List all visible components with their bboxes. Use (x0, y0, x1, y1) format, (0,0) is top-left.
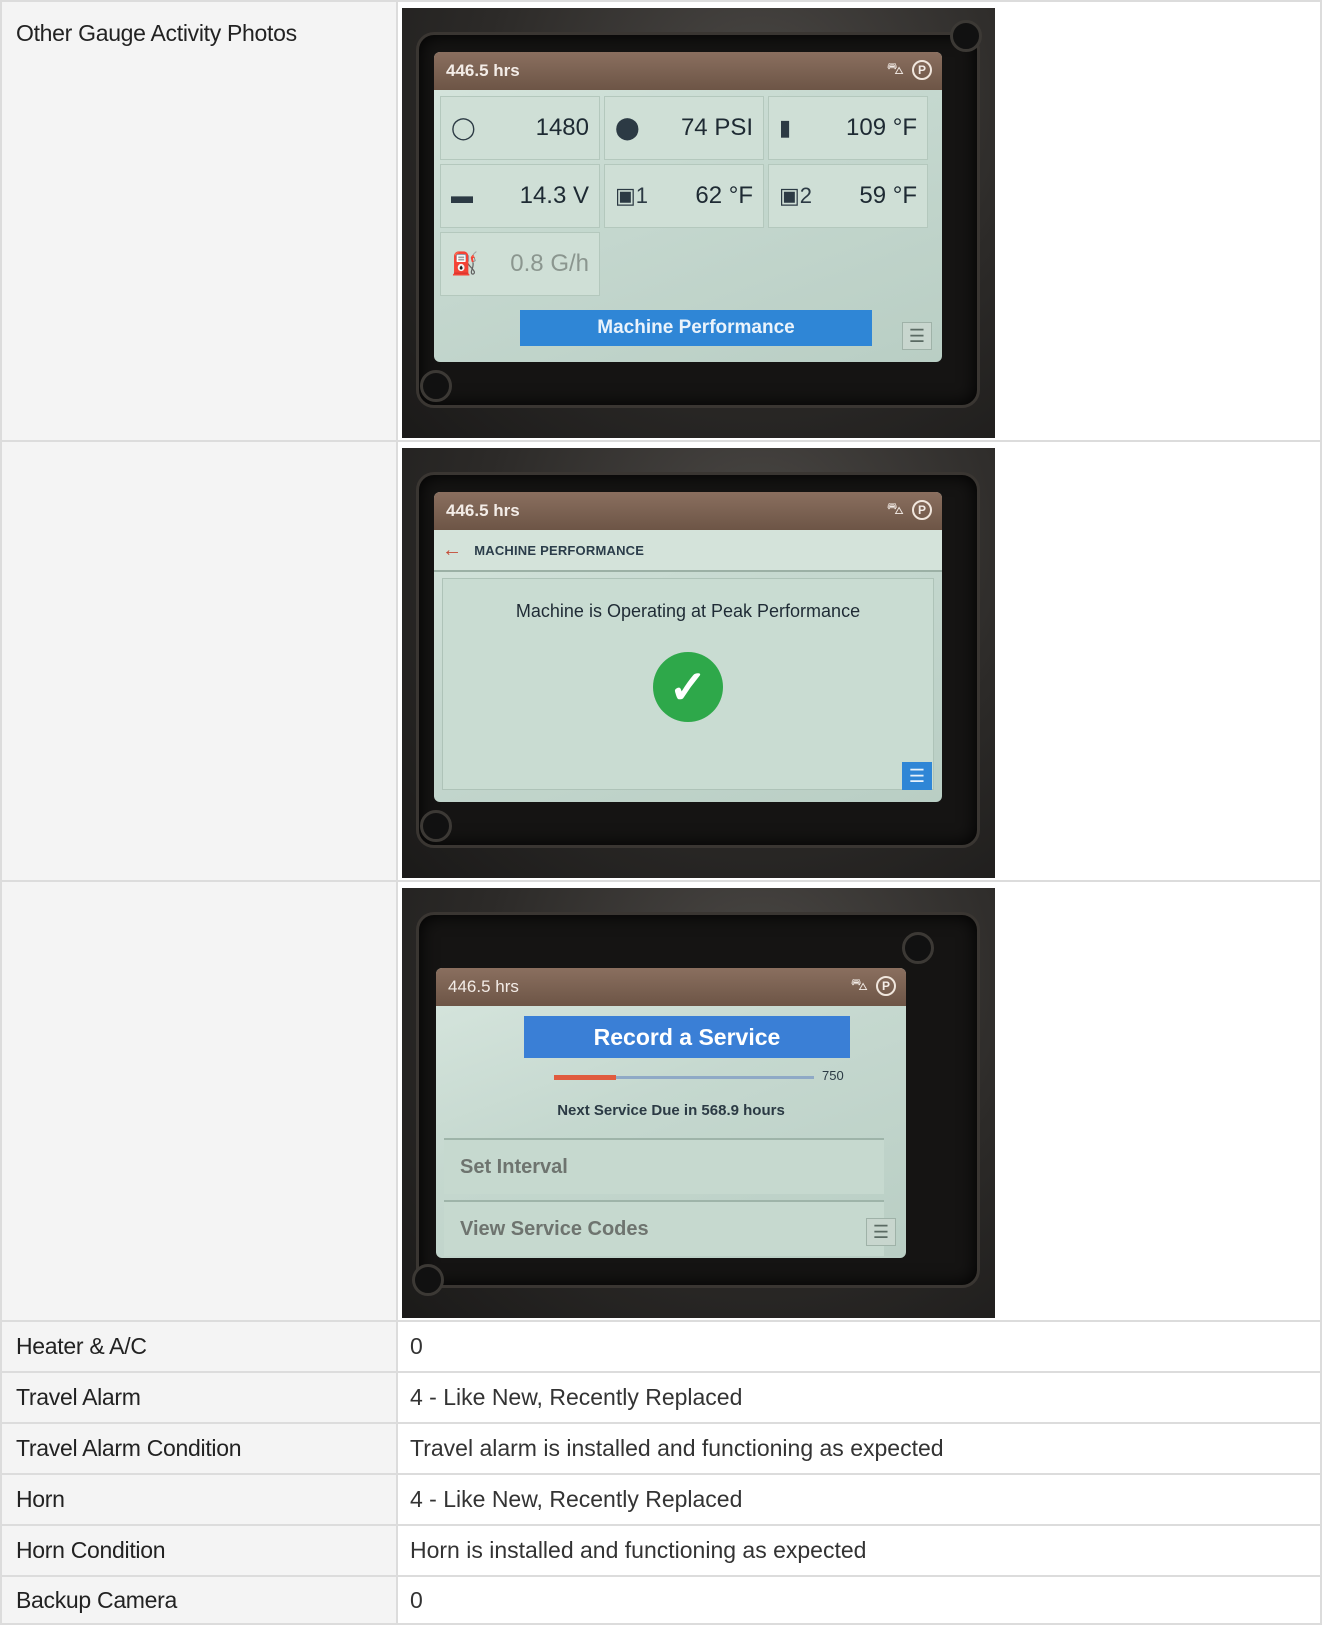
gauge-tile: ⛽ 0.8 G/h (440, 232, 600, 296)
row-label: Heater & A/C (0, 1320, 398, 1373)
display-screen: 446.5 hrs ⛍ P ← MACHINE PERFORMANCE Mach… (434, 492, 942, 802)
gauge-value: 109 °F (846, 114, 917, 141)
gauge-photo-3[interactable]: 446.5 hrs ⛍ P Record a Service 750 Next … (402, 888, 995, 1318)
next-service-due: Next Service Due in 568.9 hours (557, 1102, 785, 1119)
gauge-grid: ◯ 1480 ⬤ 74 PSI ▮ 109 °F ▬ 14.3 V ▣1 62 … (440, 96, 934, 296)
screw-icon (902, 932, 934, 964)
screw-icon (412, 1264, 444, 1296)
row-label: Other Gauge Activity Photos (0, 0, 398, 442)
fuel-rate-icon: ⛽ (451, 251, 479, 276)
engine-hours: 446.5 hrs (446, 501, 520, 520)
parking-brake-icon: P (912, 60, 932, 80)
gauge-value: 1480 (535, 114, 589, 141)
row-label (0, 440, 398, 882)
screen-header: ← MACHINE PERFORMANCE (434, 530, 942, 572)
gauge-value: 62 °F (695, 182, 753, 209)
parking-brake-icon: P (876, 976, 896, 996)
machine-performance-button[interactable]: Machine Performance (520, 310, 872, 346)
gauge-value: 59 °F (859, 182, 917, 209)
row-label: Backup Camera (0, 1575, 398, 1625)
screw-icon (950, 20, 982, 52)
display-screen: 446.5 hrs ⛍ P Record a Service 750 Next … (436, 968, 906, 1258)
table-row: 446.5 hrs ⛍ P Record a Service 750 Next … (0, 880, 1322, 1322)
photo-cell: 446.5 hrs ⛍ P Record a Service 750 Next … (396, 880, 1322, 1322)
row-value: 0 (396, 1320, 1322, 1373)
photo-cell: 446.5 hrs ⛍ P ◯ 1480 ⬤ 74 PSI ▮ 109 °F ▬… (396, 0, 1322, 442)
status-bar: 446.5 hrs ⛍ P (434, 492, 942, 530)
table-row: 446.5 hrs ⛍ P ← MACHINE PERFORMANCE Mach… (0, 440, 1322, 882)
table-row: Travel Alarm 4 - Like New, Recently Repl… (0, 1371, 1322, 1424)
inspection-table: Other Gauge Activity Photos 446.5 hrs ⛍ … (0, 0, 1322, 1625)
row-value: 4 - Like New, Recently Replaced (396, 1473, 1322, 1526)
row-label (0, 880, 398, 1322)
service-interval-max: 750 (822, 1068, 844, 1083)
row-value: Horn is installed and functioning as exp… (396, 1524, 1322, 1577)
hydraulic-lock-icon: ⛍ (886, 59, 904, 78)
table-row: Other Gauge Activity Photos 446.5 hrs ⛍ … (0, 0, 1322, 442)
parking-brake-icon: P (912, 500, 932, 520)
gauge-photo-2[interactable]: 446.5 hrs ⛍ P ← MACHINE PERFORMANCE Mach… (402, 448, 995, 878)
menu-icon[interactable]: ☰ (902, 322, 932, 350)
record-service-button[interactable]: Record a Service (524, 1016, 850, 1058)
row-label: Travel Alarm (0, 1371, 398, 1424)
table-row: Travel Alarm Condition Travel alarm is i… (0, 1422, 1322, 1475)
screw-icon (420, 370, 452, 402)
screen-title: MACHINE PERFORMANCE (474, 542, 645, 558)
set-interval-item[interactable]: Set Interval (444, 1138, 884, 1194)
gauge-value: 14.3 V (519, 182, 589, 209)
row-label: Horn (0, 1473, 398, 1526)
engine-hours: 446.5 hrs (446, 61, 520, 80)
back-arrow-icon[interactable]: ← (442, 539, 462, 562)
row-value: Travel alarm is installed and functionin… (396, 1422, 1322, 1475)
view-service-codes-item[interactable]: View Service Codes (444, 1200, 884, 1256)
performance-panel: Machine is Operating at Peak Performance… (442, 578, 934, 790)
menu-icon[interactable]: ☰ (866, 1218, 896, 1246)
row-label: Horn Condition (0, 1524, 398, 1577)
status-bar: 446.5 hrs ⛍ P (434, 52, 942, 90)
service-progress-bar (554, 1075, 814, 1080)
display-screen: 446.5 hrs ⛍ P ◯ 1480 ⬤ 74 PSI ▮ 109 °F ▬… (434, 52, 942, 362)
engine-hours: 446.5 hrs (448, 977, 519, 996)
screw-icon (420, 810, 452, 842)
table-row: Backup Camera 0 (0, 1575, 1322, 1625)
gauge-tile: ▣2 59 °F (768, 164, 928, 228)
engine-speed-icon: ◯ (451, 115, 476, 140)
hydraulic-temp-1-icon: ▣1 (615, 183, 649, 208)
oil-pressure-icon: ⬤ (615, 115, 640, 140)
coolant-temp-icon: ▮ (779, 115, 792, 140)
row-value: 4 - Like New, Recently Replaced (396, 1371, 1322, 1424)
gauge-tile: ◯ 1480 (440, 96, 600, 160)
table-row: Horn 4 - Like New, Recently Replaced (0, 1473, 1322, 1526)
table-row: Heater & A/C 0 (0, 1320, 1322, 1373)
gauge-tile: ⬤ 74 PSI (604, 96, 764, 160)
table-row: Horn Condition Horn is installed and fun… (0, 1524, 1322, 1577)
hydraulic-temp-2-icon: ▣2 (779, 183, 813, 208)
gauge-tile: ▬ 14.3 V (440, 164, 600, 228)
performance-message: Machine is Operating at Peak Performance (515, 601, 861, 621)
row-label: Travel Alarm Condition (0, 1422, 398, 1475)
gauge-value: 0.8 G/h (510, 250, 589, 277)
gauge-tile: ▮ 109 °F (768, 96, 928, 160)
photo-cell: 446.5 hrs ⛍ P ← MACHINE PERFORMANCE Mach… (396, 440, 1322, 882)
hydraulic-lock-icon: ⛍ (850, 975, 868, 994)
checkmark-icon: ✓ (653, 652, 723, 722)
status-bar: 446.5 hrs ⛍ P (436, 968, 906, 1006)
row-value: 0 (396, 1575, 1322, 1625)
gauge-photo-1[interactable]: 446.5 hrs ⛍ P ◯ 1480 ⬤ 74 PSI ▮ 109 °F ▬… (402, 8, 995, 438)
service-progress-fill (554, 1075, 617, 1080)
gauge-tile: ▣1 62 °F (604, 164, 764, 228)
battery-icon: ▬ (451, 183, 473, 208)
gauge-value: 74 PSI (680, 114, 753, 141)
menu-icon[interactable]: ☰ (902, 762, 932, 790)
hydraulic-lock-icon: ⛍ (886, 499, 904, 518)
